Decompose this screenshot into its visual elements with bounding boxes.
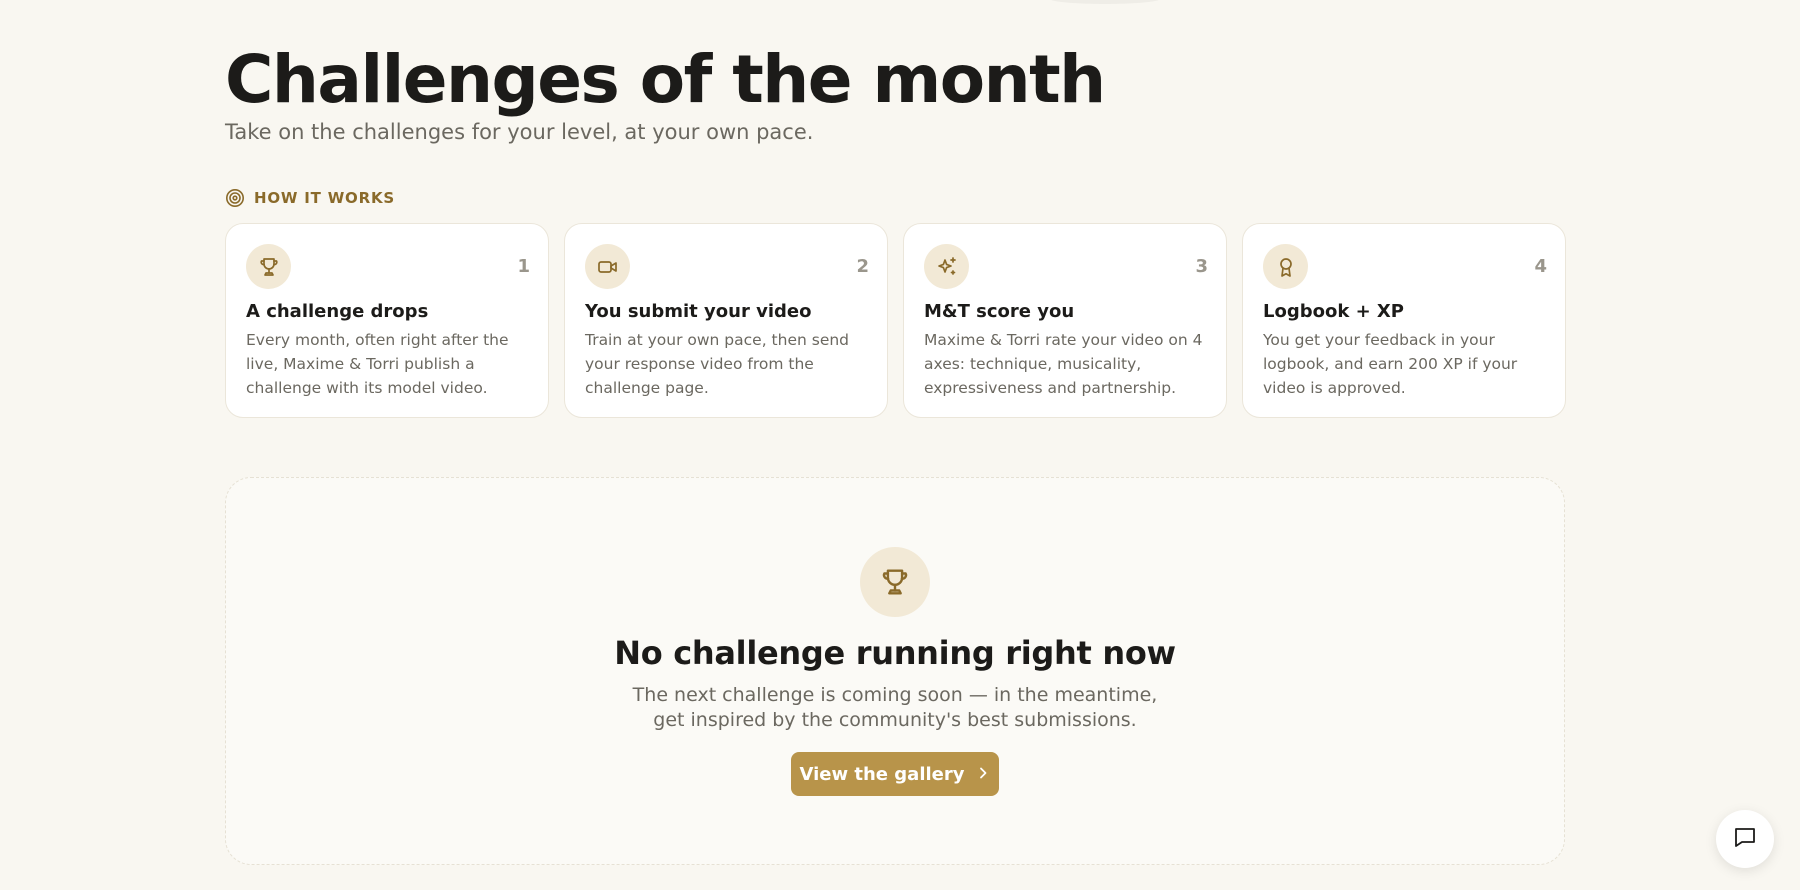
video-icon: [585, 244, 630, 289]
view-gallery-label: View the gallery: [799, 763, 965, 785]
trophy-icon: [246, 244, 291, 289]
empty-state-title: No challenge running right now: [614, 634, 1176, 672]
page-subtitle: Take on the challenges for your level, a…: [225, 120, 814, 144]
empty-state-description: The next challenge is coming soon — in t…: [632, 684, 1158, 731]
steps-list: 1 A challenge drops Every month, often r…: [225, 223, 1566, 418]
empty-state-panel: No challenge running right now The next …: [225, 477, 1565, 865]
sparkles-icon: [924, 244, 969, 289]
award-icon: [1263, 244, 1308, 289]
step-number: 4: [1534, 256, 1547, 277]
top-edge-shadow: [1050, 0, 1160, 4]
step-description: Train at your own pace, then send your r…: [585, 331, 850, 397]
step-title: A challenge drops: [246, 301, 429, 322]
chevron-right-icon: [976, 764, 990, 785]
trophy-icon: [860, 547, 930, 617]
challenges-page: Challenges of the month Take on the chal…: [0, 0, 1800, 890]
step-card: 4 Logbook + XP You get your feedback in …: [1242, 223, 1566, 418]
chat-button[interactable]: [1716, 810, 1774, 868]
step-number: 3: [1195, 256, 1208, 277]
chat-icon: [1732, 824, 1758, 854]
step-title: M&T score you: [924, 301, 1075, 322]
step-description: You get your feedback in your logbook, a…: [1263, 331, 1518, 397]
target-icon: [225, 188, 245, 208]
step-number: 1: [517, 256, 530, 277]
step-card: 2 You submit your video Train at your ow…: [564, 223, 888, 418]
step-description: Every month, often right after the live,…: [246, 331, 509, 397]
how-it-works-label: HOW IT WORKS: [254, 189, 395, 207]
view-gallery-button[interactable]: View the gallery: [791, 752, 999, 796]
step-card: 1 A challenge drops Every month, often r…: [225, 223, 549, 418]
step-number: 2: [856, 256, 869, 277]
step-card: 3 M&T score you Maxime & Torri rate your…: [903, 223, 1227, 418]
step-title: Logbook + XP: [1263, 301, 1404, 322]
step-description: Maxime & Torri rate your video on 4 axes…: [924, 331, 1203, 397]
page-title: Challenges of the month: [225, 41, 1106, 118]
how-it-works-header: HOW IT WORKS: [225, 188, 395, 208]
step-title: You submit your video: [585, 301, 812, 322]
